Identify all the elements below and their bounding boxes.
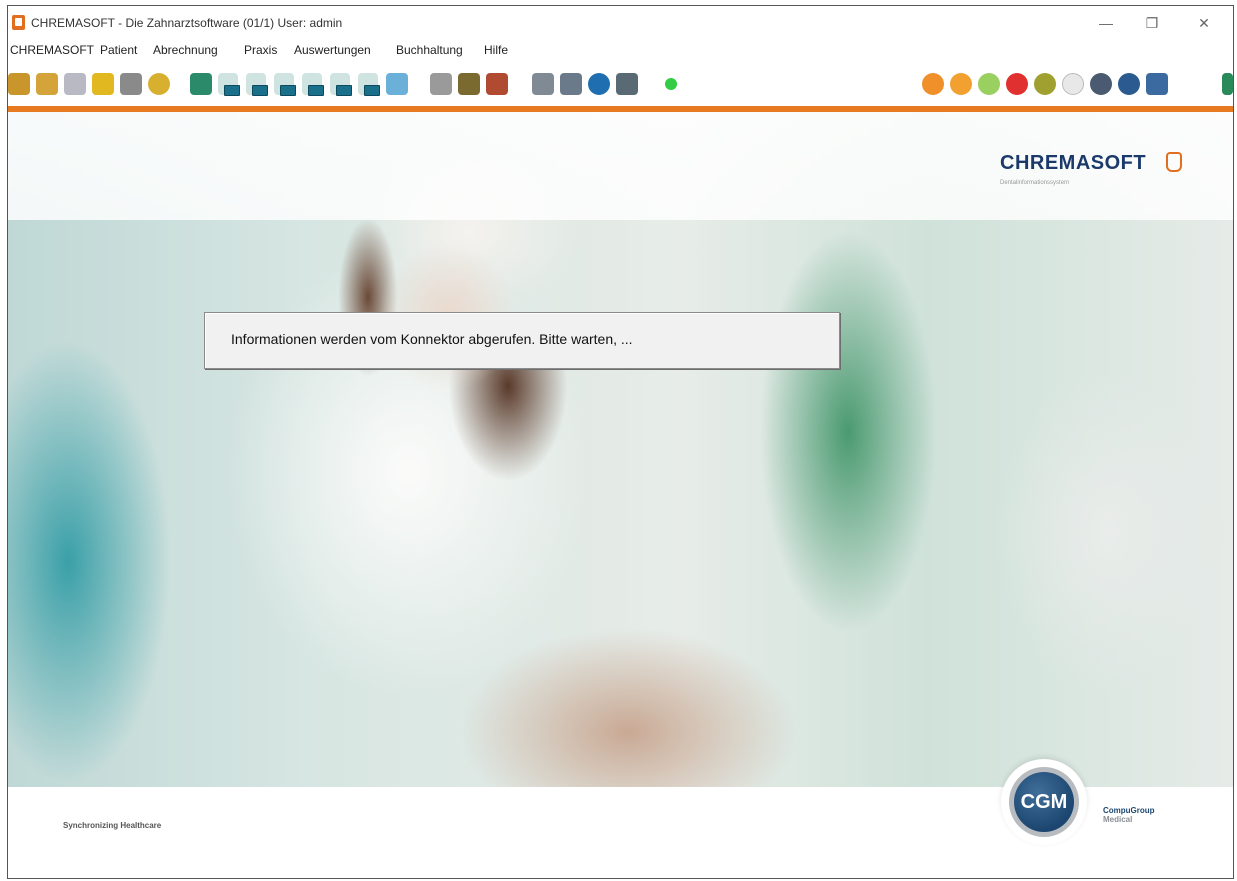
menu-abrechnung[interactable]: Abrechnung bbox=[153, 43, 218, 57]
product-tagline: Dentalinformationssystem bbox=[1000, 180, 1070, 186]
company-name-line1: CompuGroup bbox=[1103, 806, 1155, 815]
cash-icon[interactable] bbox=[120, 73, 142, 95]
doc-ip-icon[interactable] bbox=[274, 73, 296, 96]
scanner-icon[interactable] bbox=[430, 73, 452, 95]
start-screen: CHREMASOFT Dentalinformationssystem Sync… bbox=[8, 112, 1233, 878]
menu-hilfe[interactable]: Hilfe bbox=[484, 43, 508, 57]
window-title: CHREMASOFT - Die Zahnarztsoftware (01/1)… bbox=[31, 16, 343, 30]
status-dot-icon bbox=[665, 78, 677, 90]
menu-praxis[interactable]: Praxis bbox=[244, 43, 277, 57]
swirl-icon[interactable] bbox=[1090, 73, 1112, 95]
orange-ring-icon[interactable] bbox=[950, 73, 972, 95]
close-button[interactable]: ✕ bbox=[1186, 12, 1222, 34]
purple-chart-icon[interactable] bbox=[1034, 73, 1056, 95]
restore-button[interactable]: ❐ bbox=[1134, 12, 1170, 34]
cgm-life-icon[interactable] bbox=[1118, 73, 1140, 95]
minimize-button[interactable]: — bbox=[1088, 12, 1124, 34]
tooth-icon[interactable] bbox=[64, 73, 86, 95]
e-service-icon[interactable] bbox=[1062, 73, 1084, 95]
app-window: CHREMASOFT - Die Zahnarztsoftware (01/1)… bbox=[7, 5, 1234, 879]
cgm-logo: CGM bbox=[1001, 759, 1087, 845]
cgm-logo-text: CGM bbox=[1014, 772, 1074, 832]
menu-chremasoft[interactable]: CHREMASOFT bbox=[10, 43, 94, 57]
menu-patient[interactable]: Patient bbox=[100, 43, 137, 57]
xray-icon[interactable] bbox=[616, 73, 638, 95]
dental-chair-icon[interactable] bbox=[190, 73, 212, 95]
puzzle-icon[interactable] bbox=[92, 73, 114, 95]
menu-auswertungen[interactable]: Auswertungen bbox=[294, 43, 371, 57]
green-ring-icon[interactable] bbox=[978, 73, 1000, 95]
toolbar bbox=[8, 62, 1233, 106]
book-icon[interactable] bbox=[458, 73, 480, 95]
boot-icon[interactable] bbox=[486, 73, 508, 95]
doc-kc-icon[interactable] bbox=[246, 73, 268, 96]
patient-card-icon[interactable] bbox=[8, 73, 30, 95]
lab-flask-icon[interactable] bbox=[386, 73, 408, 95]
alarm-clock-icon[interactable] bbox=[148, 73, 170, 95]
orange-check-icon[interactable] bbox=[922, 73, 944, 95]
doc-kfo-icon[interactable] bbox=[358, 73, 380, 96]
menu-bar: CHREMASOFT Patient Abrechnung Praxis Aus… bbox=[8, 40, 1233, 62]
menu-buchhaltung[interactable]: Buchhaltung bbox=[396, 43, 463, 57]
footer: Synchronizing Healthcare CGM CompuGroup … bbox=[8, 759, 1233, 878]
group-icon[interactable] bbox=[36, 73, 58, 95]
company-name: CompuGroup Medical bbox=[1103, 806, 1155, 824]
doc-ze-icon[interactable] bbox=[218, 73, 240, 96]
title-bar[interactable]: CHREMASOFT - Die Zahnarztsoftware (01/1)… bbox=[8, 6, 1233, 40]
footer-tagline: Synchronizing Healthcare bbox=[63, 821, 162, 830]
connector-wait-dialog: Informationen werden vom Konnektor abger… bbox=[204, 312, 840, 369]
printer-icon[interactable] bbox=[532, 73, 554, 95]
doc-pa-icon[interactable] bbox=[330, 73, 352, 96]
globe-net-icon[interactable] bbox=[588, 73, 610, 95]
doc-kb-icon[interactable] bbox=[302, 73, 324, 96]
dental-practice-photo: CHREMASOFT Dentalinformationssystem bbox=[8, 112, 1233, 787]
tooth-logo-icon bbox=[1166, 152, 1182, 172]
red-heart-icon[interactable] bbox=[1006, 73, 1028, 95]
company-name-line2: Medical bbox=[1103, 815, 1133, 824]
chremasoft-app-icon[interactable] bbox=[12, 15, 25, 30]
chremasoft-logo: CHREMASOFT bbox=[1000, 152, 1147, 174]
pen-icon[interactable] bbox=[560, 73, 582, 95]
shop-cart-icon[interactable] bbox=[1146, 73, 1168, 95]
toolbar-overflow-icon[interactable] bbox=[1222, 73, 1233, 95]
wait-message: Informationen werden vom Konnektor abger… bbox=[231, 331, 633, 347]
